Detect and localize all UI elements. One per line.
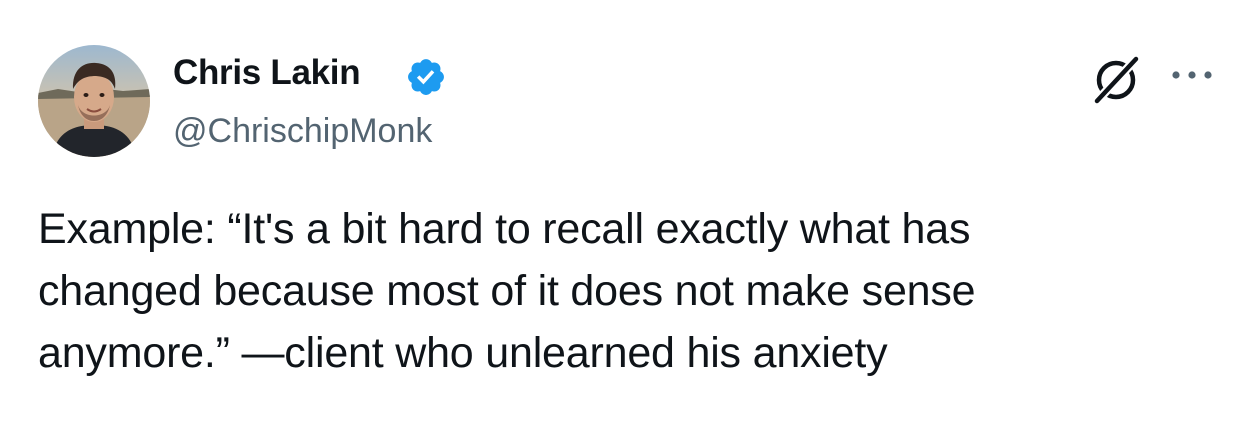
grok-icon[interactable] xyxy=(1089,52,1143,106)
verified-badge-icon xyxy=(405,56,447,98)
tweet-card: Chris Lakin @ChrischipMonk Example: “It'… xyxy=(0,0,1258,430)
tweet-text-line: anymore.” —client who unlearned his anxi… xyxy=(38,329,888,377)
author-handle[interactable]: @ChrischipMonk xyxy=(173,110,432,152)
author-display-name[interactable]: Chris Lakin xyxy=(173,52,361,94)
tweet-text: Example: “It's a bit hard to recall exac… xyxy=(38,198,1218,384)
avatar-photo xyxy=(38,45,150,157)
tweet-text-line: changed because most of it does not make… xyxy=(38,267,976,315)
avatar[interactable] xyxy=(38,45,150,157)
tweet-text-line: Example: “It's a bit hard to recall exac… xyxy=(38,205,971,253)
more-options-icon[interactable] xyxy=(1167,60,1217,90)
